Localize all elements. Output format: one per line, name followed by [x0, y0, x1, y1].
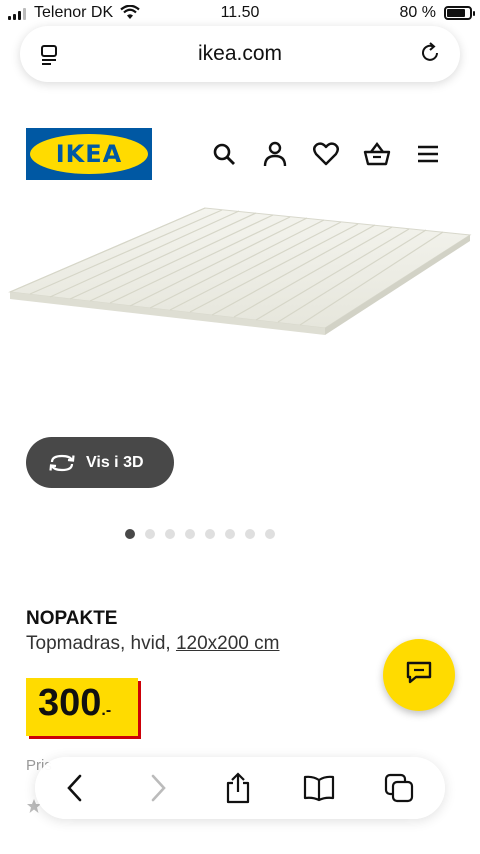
carousel-dot[interactable]: [164, 529, 175, 539]
battery-icon: [444, 6, 475, 20]
carousel-dot[interactable]: [204, 529, 215, 539]
browser-toolbar: [35, 757, 445, 819]
share-icon[interactable]: [222, 772, 254, 804]
chat-icon: [406, 661, 432, 690]
price-suffix: .-: [101, 702, 112, 719]
price-tag: 300 .-: [26, 678, 138, 736]
carousel-dot[interactable]: [144, 529, 155, 539]
menu-icon[interactable]: [414, 140, 442, 168]
heart-icon[interactable]: [312, 140, 340, 168]
bookmarks-icon[interactable]: [303, 772, 335, 804]
battery-percent: 80 %: [399, 4, 436, 21]
rotate-3d-icon: [48, 453, 76, 473]
basket-icon[interactable]: [363, 140, 391, 168]
carousel-dot[interactable]: [124, 529, 135, 539]
carousel-dot[interactable]: [184, 529, 195, 539]
status-bar: Telenor DK 11.50 80 %: [0, 0, 480, 28]
tabs-icon[interactable]: [383, 772, 415, 804]
view-in-3d-label: Vis i 3D: [86, 453, 144, 471]
carousel-dot[interactable]: [224, 529, 235, 539]
chat-button[interactable]: [383, 639, 455, 711]
carousel-dot[interactable]: [244, 529, 255, 539]
header-icons: [0, 140, 480, 170]
search-icon[interactable]: [210, 140, 238, 168]
product-description: Topmadras, hvid, 120x200 cm: [26, 633, 279, 655]
view-in-3d-button[interactable]: Vis i 3D: [26, 437, 174, 488]
price-amount: 300: [38, 682, 102, 724]
image-carousel-dots: [0, 529, 480, 539]
size-link[interactable]: 120x200 cm: [176, 633, 280, 654]
address-bar[interactable]: ikea.com: [20, 26, 460, 82]
profile-icon[interactable]: [261, 140, 289, 168]
url-text[interactable]: ikea.com: [20, 42, 460, 66]
product-type: Topmadras, hvid,: [26, 633, 176, 654]
back-icon[interactable]: [59, 772, 91, 804]
reload-icon[interactable]: [418, 41, 442, 70]
product-name: NOPAKTE: [26, 608, 118, 629]
forward-icon[interactable]: [142, 772, 174, 804]
carousel-dot[interactable]: [264, 529, 275, 539]
product-image[interactable]: [0, 195, 480, 380]
